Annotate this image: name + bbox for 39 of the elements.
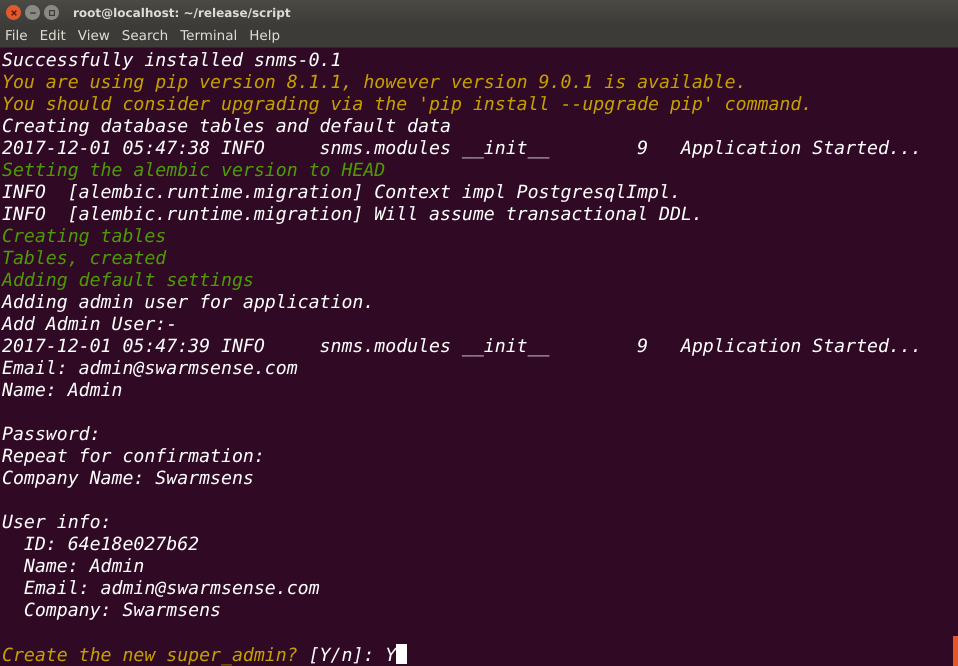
terminal-line: User info: <box>2 512 112 534</box>
menu-item[interactable]: Help <box>249 28 280 44</box>
terminal-line: Successfully installed snms-0.1 <box>2 50 342 72</box>
menu-item[interactable]: Search <box>122 28 168 44</box>
menu-item[interactable]: Edit <box>40 28 66 44</box>
terminal-line: Add Admin User:- <box>2 314 178 336</box>
minimize-button[interactable] <box>25 5 40 20</box>
terminal-line: ID: 64e18e027b62 <box>22 534 200 556</box>
terminal-line: Setting the alembic version to HEAD <box>2 160 386 182</box>
terminal-line: INFO [alembic.runtime.migration] Will assume transactional DDL. <box>2 204 704 226</box>
terminal-line: Name: Admin <box>22 556 146 578</box>
terminal-line: You are using pip version 8.1.1, however version 9.0.1 is available. <box>2 72 748 94</box>
menu-item[interactable]: File <box>5 28 28 44</box>
terminal-line: Adding admin user for application. <box>2 292 376 314</box>
prompt-text: [Y/n]: Y <box>308 645 396 666</box>
terminal-line: Password: <box>2 424 102 446</box>
terminal-line: Company Name: Swarmsens <box>2 468 255 490</box>
terminal-line: 2017-12-01 05:47:39 INFO snms.modules __init__ 9 Application Started... <box>2 336 923 358</box>
close-icon <box>10 8 18 17</box>
terminal-line: INFO [alembic.runtime.migration] Context impl PostgresqlImpl. <box>2 182 682 204</box>
terminal-line: You should consider upgrading via the 'pip install --upgrade pip' command. <box>2 94 814 116</box>
menu-item[interactable]: Terminal <box>180 28 238 44</box>
terminal-line: Email: admin@swarmsense.com <box>2 358 299 380</box>
terminal-line: Tables, created <box>2 248 168 270</box>
terminal-line: Company: Swarmsens <box>22 600 222 622</box>
close-button[interactable] <box>6 5 21 20</box>
menu-item[interactable]: View <box>78 28 110 44</box>
terminal-line: Creating tables <box>2 226 168 248</box>
maximize-button[interactable] <box>44 5 59 20</box>
terminal-line: Adding default settings <box>2 270 255 292</box>
maximize-icon <box>48 8 56 17</box>
terminal-line: Repeat for confirmation: <box>2 446 266 468</box>
prompt-text: Create the new super_admin? <box>2 645 298 666</box>
terminal-line: Name: Admin <box>2 380 124 402</box>
terminal-line: 2017-12-01 05:47:38 INFO snms.modules __init__ 9 Application Started... <box>2 138 923 160</box>
terminal-line: Creating database tables and default data <box>2 116 452 138</box>
scrollbar-thumb[interactable] <box>953 636 958 666</box>
window-title: root@localhost: ~/release/script <box>73 6 291 20</box>
terminal-line: Email: admin@swarmsense.com <box>22 578 321 600</box>
